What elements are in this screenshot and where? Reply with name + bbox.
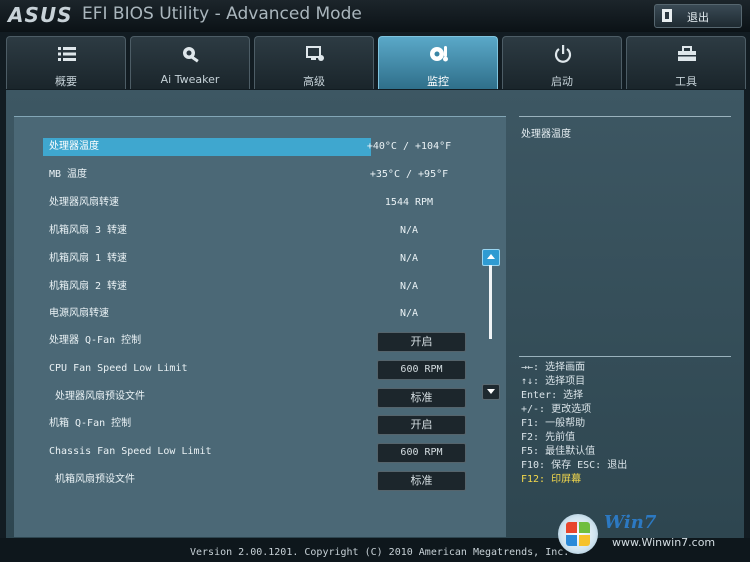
windows-logo-icon: [558, 514, 598, 554]
setting-label: 电源风扇转速: [49, 308, 109, 319]
setting-label: 处理器风扇预设文件: [55, 391, 145, 402]
help-title: 处理器温度: [521, 129, 571, 140]
tool-icon: [678, 46, 696, 61]
copyright-text: Version 2.00.1201. Copyright (C) 2010 Am…: [190, 547, 570, 558]
setting-label: 机箱风扇 2 转速: [49, 281, 128, 292]
scroll-up-button[interactable]: [482, 249, 500, 266]
hotkey-item: F5: 最佳默认值: [521, 446, 596, 457]
setting-label: 处理器风扇转速: [49, 197, 119, 208]
setting-row-chassis-fan-low-limit[interactable]: Chassis Fan Speed Low Limit 600 RPM: [28, 442, 484, 463]
exit-button[interactable]: 退出: [654, 4, 742, 28]
divider: [519, 356, 731, 357]
setting-value: 1544 RPM: [384, 197, 434, 208]
scroll-down-button[interactable]: [482, 384, 500, 400]
exit-label: 退出: [687, 11, 709, 24]
monitor-settings-panel: 处理器温度 +40°C / +104°F MB 温度 +35°C / +95°F…: [14, 116, 506, 537]
hotkey-item: Enter: 选择: [521, 390, 584, 401]
setting-row-chassis-fan3-speed[interactable]: 机箱风扇 3 转速 N/A: [28, 221, 484, 241]
setting-row-chassis-fan1-speed[interactable]: 机箱风扇 1 转速 N/A: [28, 249, 484, 269]
setting-row-cpu-fan-profile[interactable]: 处理器风扇预设文件 标准: [28, 387, 484, 408]
power-icon: [554, 45, 572, 63]
tab-tool[interactable]: 工具: [626, 36, 746, 89]
tab-ai-tweaker[interactable]: Ai Tweaker: [130, 36, 250, 89]
setting-label: 机箱风扇 1 转速: [49, 253, 128, 264]
setting-row-psu-fan-speed[interactable]: 电源风扇转速 N/A: [28, 304, 484, 324]
list-icon: [58, 47, 76, 61]
tab-label: 概要: [55, 75, 77, 88]
tab-boot[interactable]: 启动: [502, 36, 622, 89]
main-tabs: 概要 Ai Tweaker 高级 监控 启动 工具: [0, 36, 750, 90]
tab-label: Ai Tweaker: [160, 73, 220, 86]
setting-value: N/A: [399, 225, 419, 236]
setting-label: 机箱风扇 3 转速: [49, 225, 128, 236]
monitor-icon: [430, 46, 448, 62]
asus-logo: ASUS: [8, 3, 73, 27]
setting-value: +35°C / +95°F: [369, 169, 449, 180]
setting-row-chassis-qfan-control[interactable]: 机箱 Q-Fan 控制 开启: [28, 414, 484, 435]
setting-value: N/A: [399, 308, 419, 319]
ai-tweaker-icon: [183, 47, 199, 63]
title-bar: ASUS EFI BIOS Utility - Advanced Mode 退出: [0, 0, 750, 32]
setting-row-cpu-fan-low-limit[interactable]: CPU Fan Speed Low Limit 600 RPM: [28, 359, 484, 380]
hotkey-item: F10: 保存 ESC: 退出: [521, 460, 628, 471]
cpu-fan-profile-select[interactable]: 标准: [377, 388, 466, 408]
hotkey-legend: →←: 选择画面 ↑↓: 选择项目 Enter: 选择 +/-: 更改选项 F1…: [521, 361, 627, 487]
hotkey-item: F1: 一般帮助: [521, 418, 586, 429]
setting-label: 处理器温度: [49, 141, 99, 152]
tab-monitor[interactable]: 监控: [378, 36, 498, 89]
setting-row-chassis-fan-profile[interactable]: 机箱风扇预设文件 标准: [28, 470, 484, 491]
watermark-url: www.Winwin7.com: [612, 536, 716, 549]
divider: [519, 116, 731, 117]
win7-watermark: Win7 www.Winwin7.com: [552, 510, 742, 558]
hotkey-item: F2: 先前值: [521, 432, 576, 443]
exit-door-icon: [662, 9, 672, 22]
watermark-brand: Win7: [604, 512, 657, 533]
setting-label: 机箱风扇预设文件: [55, 474, 135, 485]
tab-label: 监控: [427, 75, 449, 88]
cpu-fan-low-limit-select[interactable]: 600 RPM: [377, 360, 466, 380]
hotkey-item: +/-: 更改选项: [521, 404, 592, 415]
cpu-qfan-control-select[interactable]: 开启: [377, 332, 466, 352]
setting-label: MB 温度: [49, 169, 88, 180]
setting-value: +40°C / +104°F: [366, 141, 452, 152]
tab-advanced[interactable]: 高级: [254, 36, 374, 89]
setting-label: 处理器 Q-Fan 控制: [49, 335, 142, 346]
advanced-icon: [306, 46, 324, 61]
tab-label: 工具: [675, 75, 697, 88]
chassis-fan-low-limit-select[interactable]: 600 RPM: [377, 443, 466, 463]
setting-label: CPU Fan Speed Low Limit: [49, 363, 188, 374]
scrollbar-thumb[interactable]: [489, 265, 492, 339]
setting-label: 机箱 Q-Fan 控制: [49, 418, 132, 429]
setting-row-chassis-fan2-speed[interactable]: 机箱风扇 2 转速 N/A: [28, 277, 484, 297]
chassis-qfan-control-select[interactable]: 开启: [377, 415, 466, 435]
setting-value: N/A: [399, 281, 419, 292]
setting-row-cpu-qfan-control[interactable]: 处理器 Q-Fan 控制 开启: [28, 331, 484, 352]
hotkey-item: →←: 选择画面: [521, 362, 586, 373]
setting-row-cpu-temp[interactable]: 处理器温度 +40°C / +104°F: [28, 137, 484, 157]
setting-row-cpu-fan-speed[interactable]: 处理器风扇转速 1544 RPM: [28, 193, 484, 213]
hotkey-item-print-screen: F12: 印屏幕: [521, 474, 582, 485]
chassis-fan-profile-select[interactable]: 标准: [377, 471, 466, 491]
tab-label: 高级: [303, 75, 325, 88]
setting-label: Chassis Fan Speed Low Limit: [49, 446, 212, 457]
setting-value: N/A: [399, 253, 419, 264]
help-panel: 处理器温度 →←: 选择画面 ↑↓: 选择项目 Enter: 选择 +/-: 更…: [513, 116, 737, 536]
hotkey-item: ↑↓: 选择项目: [521, 376, 586, 387]
app-title: EFI BIOS Utility - Advanced Mode: [82, 4, 362, 24]
setting-row-mb-temp[interactable]: MB 温度 +35°C / +95°F: [28, 165, 484, 185]
tab-label: 启动: [551, 75, 573, 88]
tab-overview[interactable]: 概要: [6, 36, 126, 89]
